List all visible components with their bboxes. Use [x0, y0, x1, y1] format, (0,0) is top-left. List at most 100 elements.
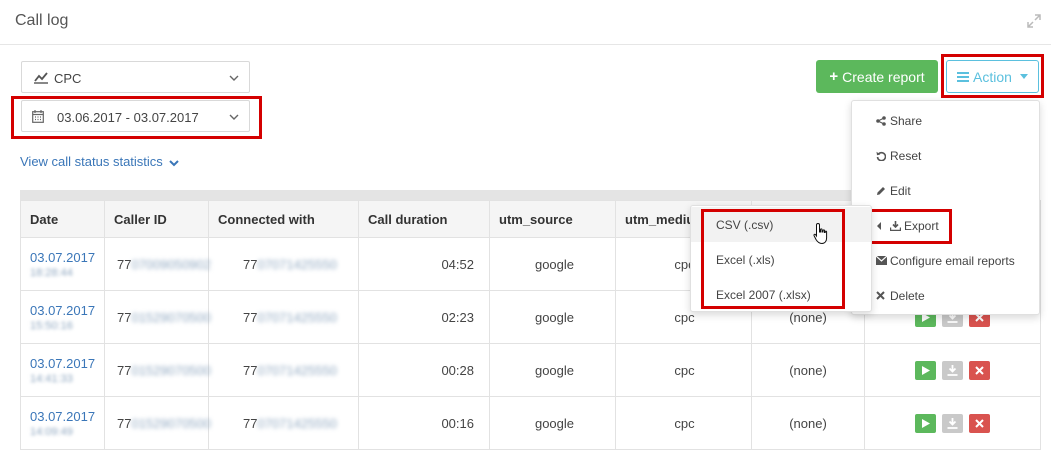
- export-csv-option[interactable]: CSV (.csv): [691, 207, 871, 242]
- call-date-link[interactable]: 03.07.2017: [30, 303, 104, 318]
- play-icon: [922, 418, 931, 428]
- stats-link-label: View call status statistics: [20, 154, 163, 169]
- menu-item-configure-email[interactable]: Configure email reports: [852, 243, 1039, 278]
- play-icon: [922, 365, 931, 375]
- call-time: 14:41:33: [30, 372, 73, 385]
- play-button[interactable]: [915, 360, 937, 380]
- call-date-link[interactable]: 03.07.2017: [30, 409, 104, 424]
- bars-icon: [957, 71, 970, 82]
- call-status-statistics-link[interactable]: View call status statistics: [20, 154, 180, 169]
- export-submenu: CSV (.csv) Excel (.xls) Excel 2007 (.xls…: [690, 205, 872, 312]
- caret-left-icon: [877, 221, 881, 230]
- caret-down-icon: [1019, 74, 1028, 79]
- create-report-label: Create report: [842, 68, 925, 85]
- close-icon: [974, 418, 984, 428]
- menu-item-share[interactable]: Share: [852, 103, 1039, 138]
- chevron-down-icon: [229, 114, 239, 120]
- plus-icon: +: [829, 68, 839, 85]
- call-duration: 00:16: [358, 396, 490, 450]
- column-header[interactable]: Connected with: [208, 200, 359, 238]
- play-button[interactable]: [915, 413, 937, 433]
- menu-item-reset[interactable]: Reset: [852, 138, 1039, 173]
- call-time: 18:28:44: [30, 266, 73, 279]
- connected-with: 77: [243, 309, 258, 325]
- table-row: 03.07.2017 14:09:49 7701529070500 7707071…: [20, 396, 1041, 450]
- panel-header: Call log: [0, 0, 1051, 45]
- utm-campaign: (none): [751, 396, 865, 450]
- caller-id: 77: [117, 309, 132, 325]
- utm-campaign: (none): [751, 343, 865, 397]
- date-range-select[interactable]: 03.06.2017 - 03.07.2017: [21, 100, 250, 132]
- export-option-label: Excel (.xls): [716, 252, 775, 267]
- action-button[interactable]: Action: [946, 60, 1039, 93]
- export-option-label: CSV (.csv): [716, 217, 774, 232]
- menu-item-label: Edit: [890, 183, 911, 198]
- close-icon: [974, 365, 984, 375]
- call-date-link[interactable]: 03.07.2017: [30, 250, 104, 265]
- connected-with-hidden: 07071425550: [257, 362, 337, 378]
- menu-item-export[interactable]: Export: [852, 208, 1039, 243]
- chart-line-icon: [34, 72, 48, 84]
- utm-source: google: [489, 343, 616, 397]
- caller-id-hidden: 01529070500: [131, 362, 211, 378]
- campaign-select-label: CPC: [54, 71, 82, 86]
- caller-id: 77: [117, 362, 132, 378]
- menu-item-label: Share: [890, 113, 923, 128]
- share-icon: [876, 115, 886, 126]
- download-icon: [890, 220, 901, 231]
- hand-cursor-icon: [813, 222, 828, 245]
- close-icon: [876, 291, 885, 300]
- delete-button[interactable]: [968, 360, 990, 380]
- expand-icon[interactable]: [1027, 14, 1041, 28]
- call-duration: 04:52: [358, 237, 490, 291]
- menu-item-delete[interactable]: Delete: [852, 278, 1039, 313]
- pencil-icon: [877, 186, 885, 195]
- create-report-button[interactable]: + Create report: [816, 60, 938, 93]
- connected-with-hidden: 07071425550: [257, 415, 337, 431]
- column-header[interactable]: Call duration: [358, 200, 490, 238]
- connected-with: 77: [243, 362, 258, 378]
- caller-id-hidden: 01529070500: [131, 415, 211, 431]
- export-xlsx-option[interactable]: Excel 2007 (.xlsx): [691, 277, 871, 312]
- calendar-icon: [32, 110, 44, 123]
- caller-id: 77: [117, 256, 132, 272]
- row-actions: [864, 343, 1041, 397]
- utm-source: google: [489, 290, 616, 344]
- caller-id-hidden: 01529070500: [131, 309, 211, 325]
- table-row: 03.07.2017 14:41:33 7701529070500 7707071…: [20, 343, 1041, 397]
- utm-medium: cpc: [615, 396, 752, 450]
- connected-with: 77: [243, 256, 258, 272]
- utm-source: google: [489, 396, 616, 450]
- download-button[interactable]: [942, 360, 963, 380]
- action-label: Action: [973, 68, 1012, 85]
- utm-medium: cpc: [615, 343, 752, 397]
- chevron-down-icon: [169, 159, 180, 166]
- connected-with-hidden: 07071425550: [257, 256, 337, 272]
- utm-source: google: [489, 237, 616, 291]
- call-time: 14:09:49: [30, 425, 73, 438]
- envelope-icon: [876, 256, 887, 265]
- download-icon: [947, 417, 958, 429]
- menu-item-edit[interactable]: Edit: [852, 173, 1039, 208]
- delete-button[interactable]: [968, 413, 990, 433]
- page-title: Call log: [15, 12, 69, 29]
- caller-id-hidden: 07009050902: [131, 256, 211, 272]
- column-header[interactable]: Date: [20, 200, 105, 238]
- column-header[interactable]: Caller ID: [104, 200, 209, 238]
- undo-icon: [876, 151, 886, 161]
- column-header[interactable]: utm_source: [489, 200, 616, 238]
- menu-item-label: Delete: [890, 288, 925, 303]
- download-icon: [947, 364, 958, 376]
- action-dropdown-menu: Share Reset Edit Export Configure email …: [851, 100, 1040, 315]
- export-xls-option[interactable]: Excel (.xls): [691, 242, 871, 277]
- call-date-link[interactable]: 03.07.2017: [30, 356, 104, 371]
- caller-id: 77: [117, 415, 132, 431]
- campaign-select[interactable]: CPC: [21, 61, 250, 93]
- call-time: 15:50:16: [30, 319, 73, 332]
- download-button[interactable]: [942, 413, 963, 433]
- row-actions: [864, 396, 1041, 450]
- call-duration: 00:28: [358, 343, 490, 397]
- chevron-down-icon: [229, 75, 239, 81]
- export-option-label: Excel 2007 (.xlsx): [716, 287, 811, 302]
- connected-with: 77: [243, 415, 258, 431]
